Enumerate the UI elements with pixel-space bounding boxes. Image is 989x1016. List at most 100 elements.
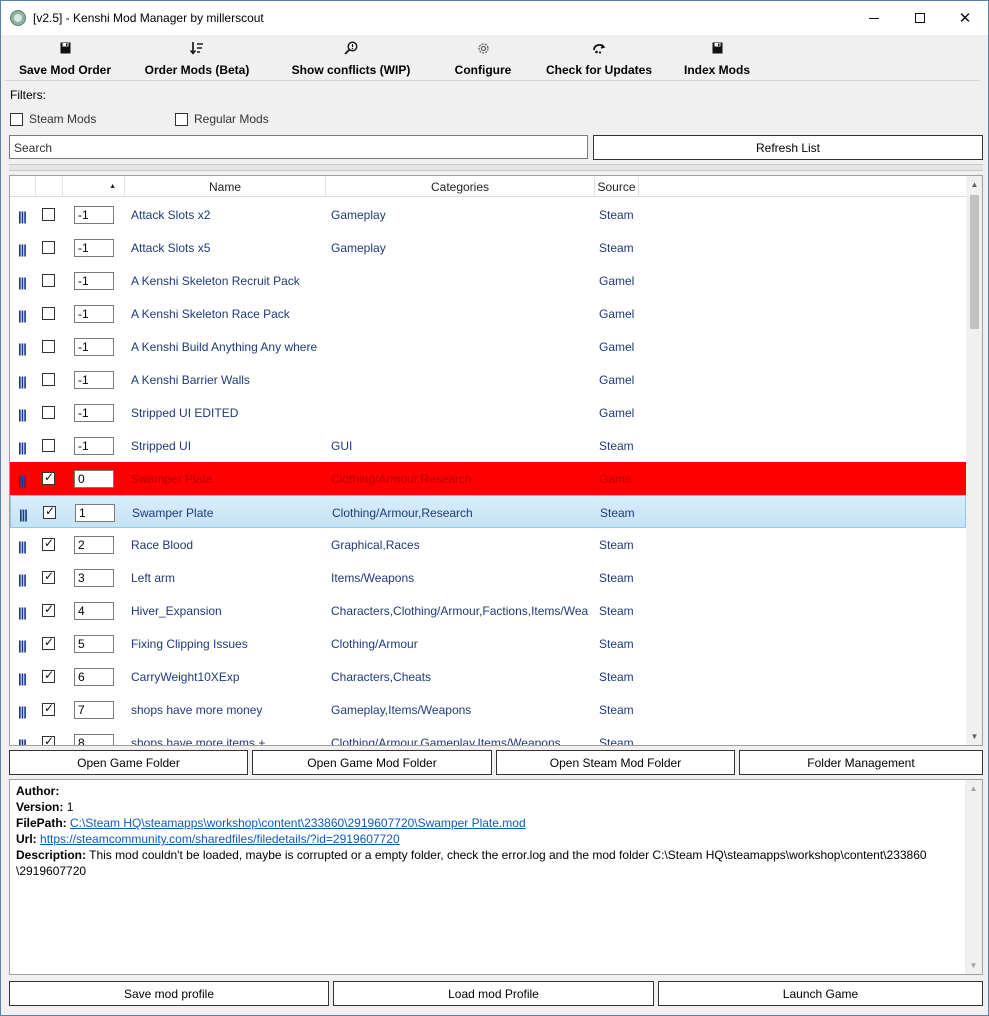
search-input[interactable]: Search bbox=[9, 135, 588, 159]
name-column-header[interactable]: Name bbox=[125, 176, 326, 197]
mod-row[interactable]: ||| -1 Stripped UI GUI Steam bbox=[10, 429, 966, 462]
scroll-thumb[interactable] bbox=[970, 195, 979, 329]
source-column-header[interactable]: Source bbox=[595, 176, 639, 197]
drag-handle-icon[interactable]: ||| bbox=[19, 507, 28, 522]
refresh-list-button[interactable]: Refresh List bbox=[593, 135, 983, 160]
load-order-input[interactable]: -1 bbox=[74, 206, 114, 224]
drag-handle-icon[interactable]: ||| bbox=[18, 638, 27, 653]
regular-mods-checkbox[interactable] bbox=[175, 112, 188, 126]
load-order-input[interactable]: -1 bbox=[74, 371, 114, 389]
load-order-input[interactable]: 6 bbox=[74, 668, 114, 686]
mod-row[interactable]: ||| -1 Attack Slots x5 Gameplay Steam bbox=[10, 231, 966, 264]
load-order-input[interactable]: 7 bbox=[74, 701, 114, 719]
details-vertical-scrollbar[interactable]: ▲ ▼ bbox=[965, 780, 982, 974]
mod-row[interactable]: ||| -1 A Kenshi Skeleton Recruit Pack Gamel bbox=[10, 264, 966, 297]
mod-enabled-checkbox[interactable] bbox=[42, 635, 55, 650]
maximize-button[interactable] bbox=[897, 1, 943, 35]
mod-row[interactable]: ||| -1 A Kenshi Barrier Walls Gamel bbox=[10, 363, 966, 396]
mod-enabled-checkbox[interactable] bbox=[42, 536, 55, 551]
drag-handle-icon[interactable]: ||| bbox=[18, 605, 27, 620]
save-mod-order-button[interactable]: Save Mod Order bbox=[15, 35, 115, 81]
mod-row[interactable]: ||| 0 Swamper Plate Clothing/Armour,Researc… bbox=[10, 462, 966, 495]
drag-handle-icon[interactable]: ||| bbox=[18, 407, 27, 422]
load-order-input[interactable]: -1 bbox=[74, 305, 114, 323]
mod-enabled-checkbox[interactable] bbox=[42, 406, 55, 419]
configure-button[interactable]: Configure bbox=[449, 35, 517, 81]
show-conflicts-button[interactable]: Show conflicts (WIP) bbox=[287, 35, 415, 81]
drag-handle-icon[interactable]: ||| bbox=[18, 440, 27, 455]
close-button[interactable]: ✕ bbox=[942, 1, 988, 35]
load-order-input[interactable]: 4 bbox=[74, 602, 114, 620]
checkbox-column-header[interactable] bbox=[36, 176, 63, 197]
details-scroll-down-icon[interactable]: ▼ bbox=[965, 957, 982, 974]
mod-row[interactable]: ||| 1 Swamper Plate Clothing/Armour,Researc… bbox=[10, 495, 966, 528]
load-order-input[interactable]: -1 bbox=[74, 338, 114, 356]
mod-enabled-checkbox[interactable] bbox=[42, 569, 55, 584]
load-order-input[interactable]: 3 bbox=[74, 569, 114, 587]
open-steam-mod-folder-button[interactable]: Open Steam Mod Folder bbox=[496, 750, 735, 775]
drag-handle-icon[interactable]: ||| bbox=[18, 275, 27, 290]
load-order-input[interactable]: -1 bbox=[74, 272, 114, 290]
mod-row[interactable]: ||| 3 Left arm Items/Weapons Steam bbox=[10, 561, 966, 594]
index-mods-button[interactable]: Index Mods bbox=[677, 35, 757, 81]
mod-row[interactable]: ||| 4 Hiver_Expansion Characters,Clothing/A… bbox=[10, 594, 966, 627]
drag-handle-icon[interactable]: ||| bbox=[18, 572, 27, 587]
load-order-input[interactable]: 5 bbox=[74, 635, 114, 653]
drag-handle-icon[interactable]: ||| bbox=[18, 737, 27, 745]
mod-enabled-checkbox[interactable] bbox=[42, 734, 55, 745]
check-updates-button[interactable]: Check for Updates bbox=[541, 35, 657, 81]
drag-handle-icon[interactable]: ||| bbox=[18, 341, 27, 356]
drag-handle-icon[interactable]: ||| bbox=[18, 473, 27, 488]
details-scroll-up-icon[interactable]: ▲ bbox=[965, 780, 982, 797]
order-column-header[interactable]: ▲ bbox=[63, 176, 125, 197]
load-order-input[interactable]: -1 bbox=[74, 404, 114, 422]
folder-management-button[interactable]: Folder Management bbox=[739, 750, 983, 775]
mod-row[interactable]: ||| -1 Attack Slots x2 Gameplay Steam bbox=[10, 198, 966, 231]
mod-enabled-checkbox[interactable] bbox=[42, 470, 55, 485]
mod-enabled-checkbox[interactable] bbox=[42, 668, 55, 683]
load-order-input[interactable]: 1 bbox=[75, 504, 115, 522]
drag-handle-icon[interactable]: ||| bbox=[18, 308, 27, 323]
load-order-input[interactable]: 0 bbox=[74, 470, 114, 488]
mod-row[interactable]: ||| -1 Stripped UI EDITED Gamel bbox=[10, 396, 966, 429]
mod-enabled-checkbox[interactable] bbox=[42, 241, 55, 254]
mod-enabled-checkbox[interactable] bbox=[43, 504, 56, 519]
mod-enabled-checkbox[interactable] bbox=[42, 208, 55, 221]
mod-row[interactable]: ||| 7 shops have more money Gameplay,Items/… bbox=[10, 693, 966, 726]
regular-mods-filter[interactable]: Regular Mods bbox=[175, 111, 269, 127]
load-order-input[interactable]: -1 bbox=[74, 239, 114, 257]
url-link[interactable]: https://steamcommunity.com/sharedfiles/f… bbox=[40, 832, 400, 846]
launch-game-button[interactable]: Launch Game bbox=[658, 981, 983, 1006]
load-mod-profile-button[interactable]: Load mod Profile bbox=[333, 981, 654, 1006]
steam-mods-checkbox[interactable] bbox=[10, 112, 23, 126]
steam-mods-filter[interactable]: Steam Mods bbox=[10, 111, 96, 127]
drag-handle-icon[interactable]: ||| bbox=[18, 671, 27, 686]
filepath-link[interactable]: C:\Steam HQ\steamapps\workshop\content\2… bbox=[70, 816, 526, 830]
mod-enabled-checkbox[interactable] bbox=[42, 439, 55, 452]
mod-enabled-checkbox[interactable] bbox=[42, 373, 55, 386]
save-mod-profile-button[interactable]: Save mod profile bbox=[9, 981, 329, 1006]
handle-column-header[interactable] bbox=[10, 176, 36, 197]
mod-row[interactable]: ||| 5 Fixing Clipping Issues Clothing/Armou… bbox=[10, 627, 966, 660]
mod-enabled-checkbox[interactable] bbox=[42, 307, 55, 320]
drag-handle-icon[interactable]: ||| bbox=[18, 209, 27, 224]
mod-row[interactable]: ||| -1 A Kenshi Build Anything Any where Ga… bbox=[10, 330, 966, 363]
drag-handle-icon[interactable]: ||| bbox=[18, 374, 27, 389]
mod-row[interactable]: ||| 8 shops have more items + Clothing/Armo… bbox=[10, 726, 966, 745]
load-order-input[interactable]: 2 bbox=[74, 536, 114, 554]
open-game-mod-folder-button[interactable]: Open Game Mod Folder bbox=[252, 750, 492, 775]
mod-enabled-checkbox[interactable] bbox=[42, 274, 55, 287]
scroll-up-icon[interactable]: ▲ bbox=[966, 176, 982, 193]
mod-enabled-checkbox[interactable] bbox=[42, 602, 55, 617]
load-order-input[interactable]: 8 bbox=[74, 734, 114, 745]
mod-row[interactable]: ||| 6 CarryWeight10XExp Characters,Cheats St… bbox=[10, 660, 966, 693]
order-mods-button[interactable]: Order Mods (Beta) bbox=[139, 35, 255, 81]
mod-enabled-checkbox[interactable] bbox=[42, 701, 55, 716]
drag-handle-icon[interactable]: ||| bbox=[18, 242, 27, 257]
open-game-folder-button[interactable]: Open Game Folder bbox=[9, 750, 248, 775]
mod-row[interactable]: ||| -1 A Kenshi Skeleton Race Pack Gamel bbox=[10, 297, 966, 330]
mod-row[interactable]: ||| 2 Race Blood Graphical,Races Steam bbox=[10, 528, 966, 561]
minimize-button[interactable] bbox=[851, 1, 897, 35]
load-order-input[interactable]: -1 bbox=[74, 437, 114, 455]
scroll-down-icon[interactable]: ▼ bbox=[966, 728, 982, 745]
